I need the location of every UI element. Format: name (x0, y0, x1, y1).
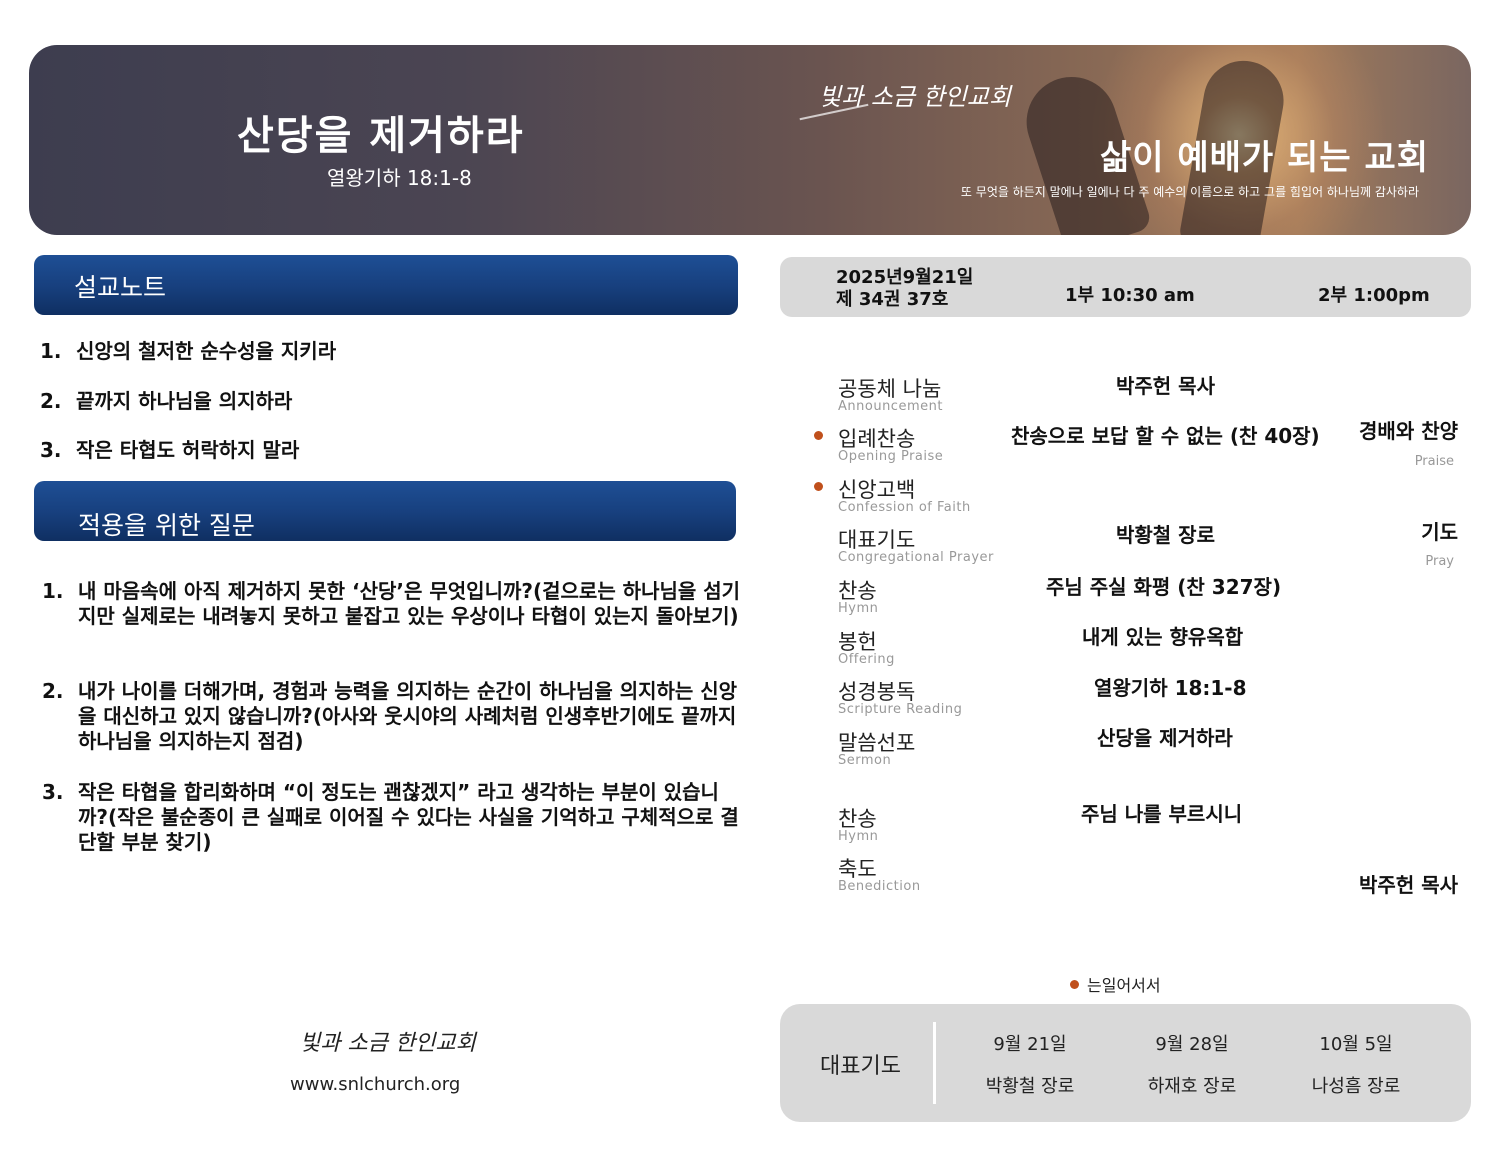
church-motto: 삶이 예배가 되는 교회 (1099, 138, 1429, 178)
worship-item-offering: 봉헌 Offering 내게 있는 향유옥합 (838, 625, 1244, 667)
prayer-schedule: 대표기도 9월 21일 박황철 장로 9월 28일 하재호 장로 10월 5일 … (780, 1004, 1471, 1122)
first-service-time: 1부 10:30 am (1065, 285, 1195, 306)
worship-item-closing-hymn: 찬송 Hymn 주님 나를 부르시니 (838, 802, 1243, 844)
footer-church-logo: 빛과 소금 한인교회 (300, 1031, 476, 1056)
church-logo: 빛과 소금 한인교회 (799, 77, 1011, 121)
prayer-entry: 9월 21일 박황철 장로 (985, 1034, 1075, 1097)
questions-heading-text: 적용을 위한 질문 (78, 511, 255, 540)
sermon-title: 산당을 제거하라 (237, 113, 525, 159)
sermon-notes-heading: 설교노트 (34, 255, 738, 315)
worship-item-announcement: 공동체 나눔 Announcement 박주헌 목사 (838, 374, 1215, 414)
list-item: 1. 신앙의 철저한 순수성을 지키라 (40, 339, 337, 363)
worship-item-confession: 신앙고백 Confession of Faith (814, 474, 1468, 522)
worship-item-hymn: 찬송 Hymn 주님 주실 화평 (찬 327장) (838, 575, 1282, 616)
question-item: 3. 작은 타협을 합리화하며 “이 정도는 괜찮겠지” 라고 생각하는 부분이… (42, 780, 739, 854)
bulletin-date: 2025년9월21일 (836, 267, 974, 288)
question-item: 2. 내가 나이를 더해가며, 경험과 능력을 의지하는 순간이 하나님을 의지… (42, 679, 738, 753)
prayer-entry: 9월 28일 하재호 장로 (1147, 1034, 1237, 1097)
church-logo-text: 빛과 소금 한인교회 (819, 83, 1011, 111)
question-item: 1. 내 마음속에 아직 제거하지 못한 ‘산당’은 무엇입니까?(겉으로는 하… (42, 579, 741, 628)
banner-verse: 또 무엇을 하든지 말에나 일에나 다 주 예수의 이름으로 하고 그를 힘입어… (960, 185, 1419, 199)
bulletin-issue: 제 34권 37호 (836, 289, 949, 310)
standing-dot (814, 431, 823, 440)
worship-item-benediction: 축도 Benediction 박주헌 목사 (838, 857, 1458, 897)
prayer-schedule-label: 대표기도 (820, 1054, 901, 1079)
worship-item-opening-praise: 입례찬송 Opening Praise 찬송으로 보답 할 수 없는 (찬 40… (814, 419, 1468, 471)
worship-item-scripture: 성경봉독 Scripture Reading 열왕기하 18:1-8 (838, 676, 1247, 717)
worship-item-sermon: 말씀선포 Sermon 산당을 제거하라 (838, 726, 1233, 768)
sermon-scripture: 열왕기하 18:1-8 (327, 166, 472, 190)
header-banner: 산당을 제거하라 열왕기하 18:1-8 빛과 소금 한인교회 삶이 예배가 되… (29, 45, 1471, 235)
church-website-link[interactable]: www.snlchurch.org (290, 1074, 460, 1095)
standing-legend: 는일어서서 (1070, 972, 1161, 996)
prayer-entry: 10월 5일 나성흠 장로 (1311, 1034, 1401, 1097)
sermon-notes-heading-text: 설교노트 (74, 273, 167, 302)
questions-heading: 적용을 위한 질문 (34, 481, 736, 541)
standing-dot (1070, 980, 1079, 989)
prayer-schedule-divider (933, 1022, 936, 1104)
list-item: 3. 작은 타협도 허락하지 말라 (40, 438, 300, 462)
list-item: 2. 끝까지 하나님을 의지하라 (40, 389, 293, 413)
second-service-time: 2부 1:00pm (1318, 285, 1430, 306)
bulletin-date-block: 2025년9월21일 제 34권 37호 (836, 267, 973, 311)
standing-dot (814, 482, 823, 491)
worship-item-prayer: 대표기도 Congregational Prayer 박황철 장로 기도 Pra… (838, 520, 1458, 569)
service-info-bar: 2025년9월21일 제 34권 37호 1부 10:30 am 2부 1:00… (780, 257, 1471, 317)
